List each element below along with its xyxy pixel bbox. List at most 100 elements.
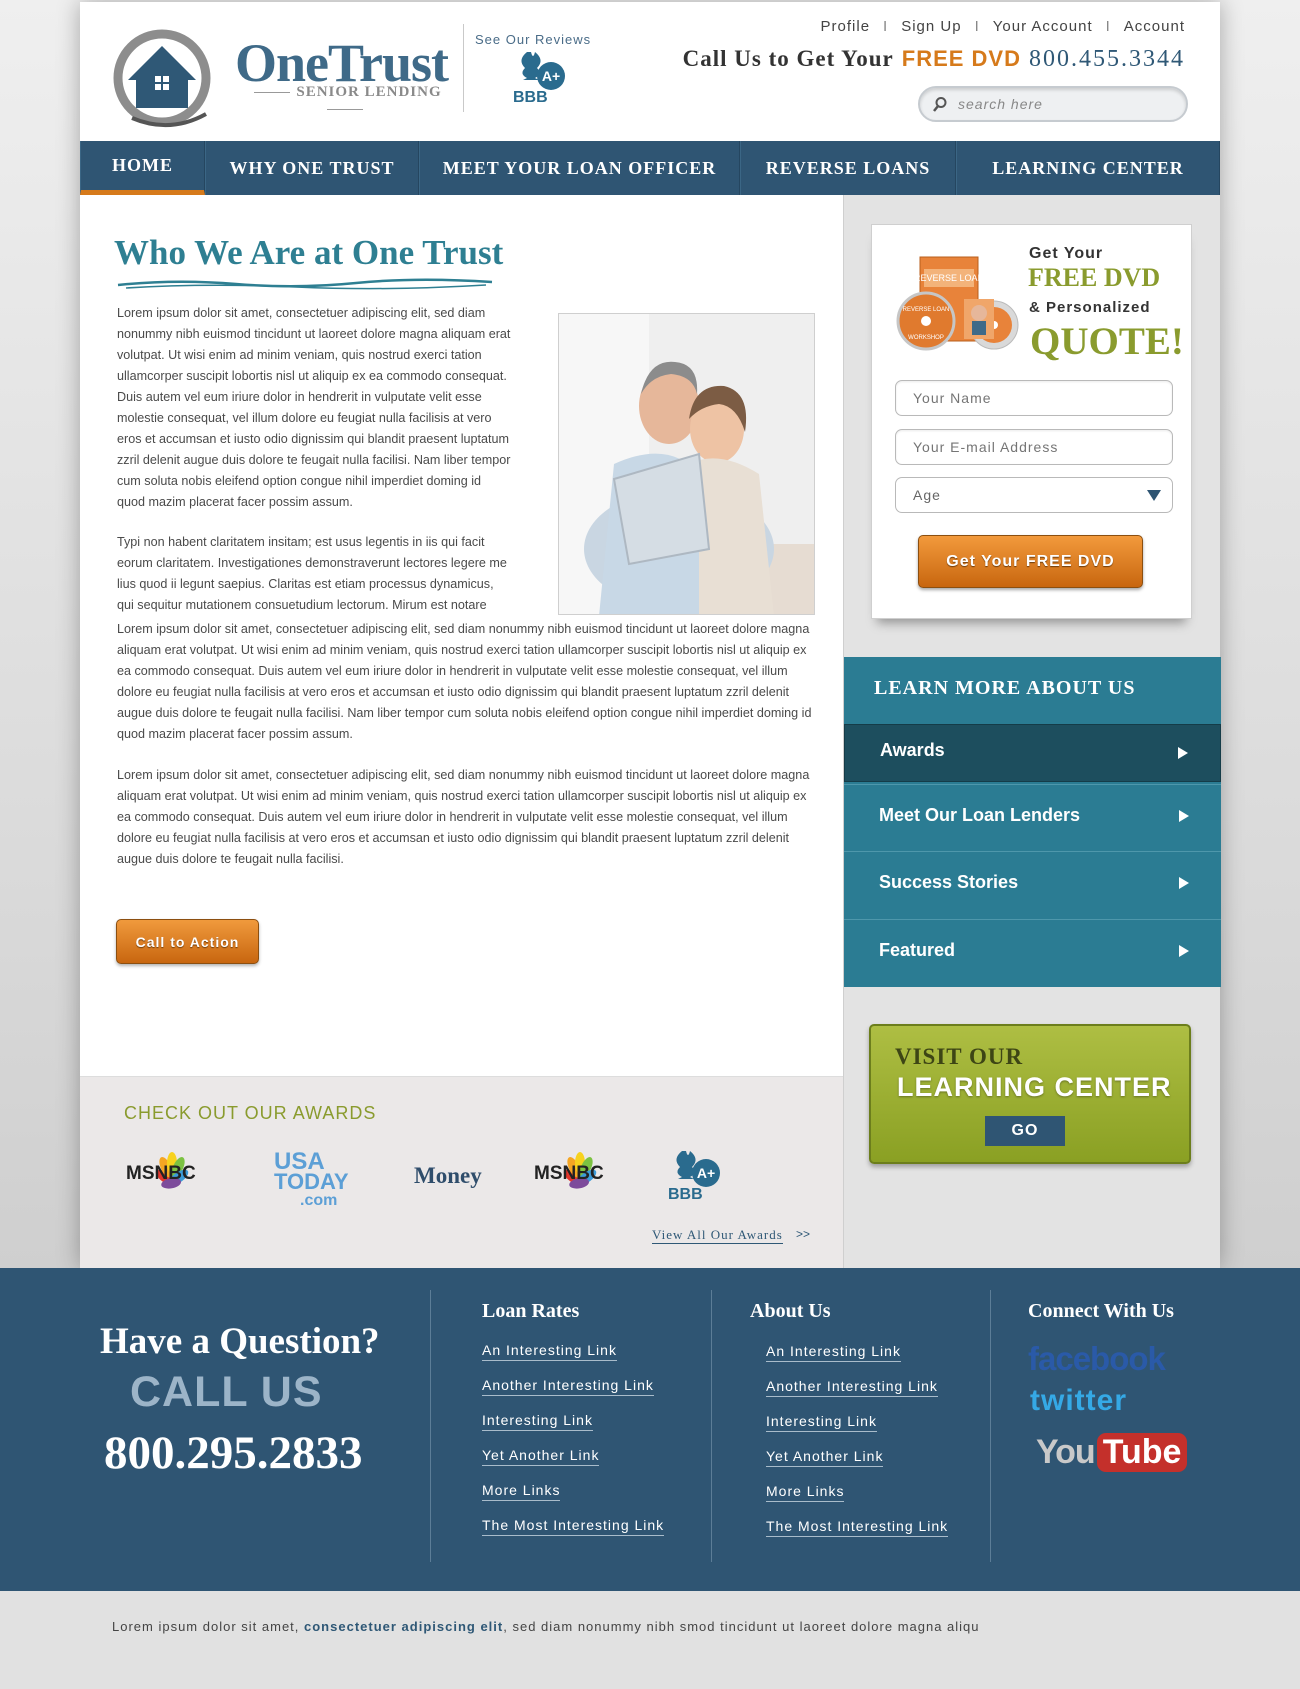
nav-home[interactable]: HOME bbox=[80, 141, 205, 195]
about-us-title: About Us bbox=[750, 1300, 831, 1322]
bbb-grade: A+ bbox=[542, 68, 560, 84]
play-arrow-icon bbox=[1178, 747, 1188, 759]
free-dvd-quote-form: REVERSE LOAN REVERSE LOAN WORKSHOP Get Y… bbox=[871, 224, 1192, 619]
learning-center-promo[interactable]: VISIT OUR LEARNING CENTER GO bbox=[869, 1024, 1191, 1164]
loan-rates-link[interactable]: Interesting Link bbox=[482, 1412, 593, 1431]
disc-label: WORKSHOP bbox=[908, 335, 944, 341]
about-us-link[interactable]: Yet Another Link bbox=[766, 1448, 884, 1467]
email-field[interactable] bbox=[895, 429, 1173, 465]
youtube-icon[interactable]: You Tube bbox=[1036, 1433, 1188, 1481]
loan-rates-link[interactable]: The Most Interesting Link bbox=[482, 1517, 665, 1536]
visit-our-label: VISIT OUR bbox=[895, 1044, 1024, 1069]
third-paragraph: Lorem ipsum dolor sit amet, consectetuer… bbox=[117, 622, 812, 741]
callus-text: Call Us to Get Your bbox=[682, 46, 894, 71]
about-us-link[interactable]: Another Interesting Link bbox=[766, 1378, 938, 1397]
fourth-paragraph: Lorem ipsum dolor sit amet, consectetuer… bbox=[117, 768, 810, 866]
awards-title: CHECK OUT OUR AWARDS bbox=[124, 1103, 377, 1123]
get-your-label: Get Your bbox=[1029, 245, 1104, 262]
search-box bbox=[918, 86, 1188, 122]
nav-learning-center[interactable]: LEARNING CENTER bbox=[956, 141, 1220, 195]
quote-label: QUOTE! bbox=[1030, 320, 1184, 363]
get-free-dvd-button[interactable]: Get Your FREE DVD bbox=[918, 535, 1143, 588]
footer-phone[interactable]: 800.295.2833 bbox=[104, 1426, 363, 1480]
twitter-icon[interactable]: twitter bbox=[1030, 1384, 1127, 1418]
second-paragraph: Typi non habent claritatem insitam; est … bbox=[117, 535, 507, 612]
go-button[interactable]: GO bbox=[985, 1116, 1065, 1146]
loan-rates-link[interactable]: An Interesting Link bbox=[482, 1342, 617, 1361]
free-dvd-label: FREE DVD bbox=[1028, 263, 1161, 292]
footer-divider bbox=[711, 1290, 712, 1562]
profile-link[interactable]: Profile bbox=[821, 18, 871, 35]
loan-rates-link[interactable]: More Links bbox=[482, 1482, 561, 1501]
view-all-arrows: >> bbox=[796, 1227, 811, 1241]
usa-today-logo-icon[interactable]: USA TODAY .com bbox=[272, 1147, 357, 1209]
msnbc-logo-2-icon[interactable]: MSNBC bbox=[532, 1147, 612, 1209]
money-logo-icon[interactable]: Money bbox=[412, 1147, 492, 1209]
nav-meet-loan-officer[interactable]: MEET YOUR LOAN OFFICER bbox=[419, 141, 740, 195]
link-separator: I bbox=[974, 18, 980, 35]
nav-reverse-loans[interactable]: REVERSE LOANS bbox=[740, 141, 956, 195]
nav-why-one-trust[interactable]: WHY ONE TRUST bbox=[205, 141, 419, 195]
bbb-award-logo-icon[interactable]: A+ BBB bbox=[662, 1147, 732, 1209]
footer-divider bbox=[430, 1290, 431, 1562]
learn-item-label: Success Stories bbox=[879, 872, 1019, 892]
reviews-label[interactable]: See Our Reviews bbox=[475, 32, 591, 47]
msnbc-logo-icon[interactable]: MSNBC bbox=[124, 1147, 204, 1209]
money-text: Money bbox=[414, 1163, 482, 1188]
learn-item-awards[interactable]: Awards bbox=[844, 724, 1221, 782]
age-select[interactable]: Age bbox=[895, 477, 1173, 513]
callus-phone[interactable]: 800.455.3344 bbox=[1029, 46, 1185, 72]
loan-rates-link[interactable]: Yet Another Link bbox=[482, 1447, 600, 1466]
call-us-banner: Call Us to Get Your FREE DVD 800.455.3344 bbox=[683, 46, 1185, 73]
callus-free-dvd: FREE DVD bbox=[901, 46, 1021, 71]
call-us-label: CALL US bbox=[130, 1368, 323, 1416]
loan-rates-link[interactable]: Another Interesting Link bbox=[482, 1377, 654, 1396]
learn-item-meet-loan-lenders[interactable]: Meet Our Loan Lenders bbox=[844, 784, 1221, 847]
account-link[interactable]: Account bbox=[1124, 18, 1185, 35]
dvd-case-text: REVERSE LOAN bbox=[914, 273, 984, 283]
footer-divider bbox=[990, 1290, 991, 1562]
view-all-awards-link[interactable]: View All Our Awards bbox=[652, 1227, 783, 1244]
play-arrow-icon bbox=[1179, 877, 1189, 889]
play-arrow-icon bbox=[1179, 810, 1189, 822]
facebook-icon[interactable]: facebook bbox=[1028, 1340, 1166, 1378]
call-to-action-button[interactable]: Call to Action bbox=[116, 919, 259, 964]
footer: Have a Question? CALL US 800.295.2833 Lo… bbox=[0, 1268, 1300, 1591]
bottom-bar: Lorem ipsum dolor sit amet, consectetuer… bbox=[0, 1591, 1300, 1689]
your-account-link[interactable]: Your Account bbox=[993, 18, 1093, 35]
about-us-link[interactable]: The Most Interesting Link bbox=[766, 1518, 949, 1537]
bottom-text: Lorem ipsum dolor sit amet, consectetuer… bbox=[112, 1619, 980, 1634]
logo-tagline: SENIOR LENDING bbox=[235, 84, 455, 118]
name-field[interactable] bbox=[895, 380, 1173, 416]
learn-more-menu: LEARN MORE ABOUT US Awards Meet Our Loan… bbox=[844, 657, 1221, 987]
loan-rates-title: Loan Rates bbox=[482, 1300, 580, 1322]
dvd-package-icon: REVERSE LOAN REVERSE LOAN WORKSHOP bbox=[896, 256, 1019, 351]
intro-paragraph: Lorem ipsum dolor sit amet, consectetuer… bbox=[117, 306, 511, 509]
about-us-link[interactable]: An Interesting Link bbox=[766, 1343, 901, 1362]
learn-item-success-stories[interactable]: Success Stories bbox=[844, 851, 1221, 914]
main-nav: HOME WHY ONE TRUST MEET YOUR LOAN OFFICE… bbox=[80, 141, 1220, 195]
connect-title: Connect With Us bbox=[1028, 1300, 1174, 1322]
bbb-award-text: BBB bbox=[668, 1186, 703, 1203]
search-icon[interactable] bbox=[932, 96, 948, 112]
learn-item-featured[interactable]: Featured bbox=[844, 919, 1221, 982]
header-divider bbox=[463, 24, 464, 112]
dotcom-text: .com bbox=[300, 1192, 337, 1209]
age-select-value: Age bbox=[913, 487, 941, 503]
page-title: Who We Are at One Trust bbox=[114, 233, 504, 272]
awards-section: CHECK OUT OUR AWARDS MSNBC USA TODAY .co… bbox=[80, 1076, 843, 1268]
sign-up-link[interactable]: Sign Up bbox=[901, 18, 961, 35]
bbb-logo-icon[interactable]: A+ BBB bbox=[505, 48, 575, 108]
youtube-tube-text: Tube bbox=[1096, 1433, 1188, 1472]
bottom-text-end: , sed diam nonummy nibh smod tincidunt u… bbox=[503, 1619, 980, 1634]
about-us-link[interactable]: Interesting Link bbox=[766, 1413, 877, 1432]
search-input[interactable] bbox=[958, 94, 1178, 114]
about-us-link[interactable]: More Links bbox=[766, 1483, 845, 1502]
personalized-label: & Personalized bbox=[1029, 299, 1151, 316]
bottom-text-highlight[interactable]: consectetuer adipiscing elit bbox=[304, 1619, 503, 1634]
learn-item-label: Awards bbox=[880, 740, 945, 760]
onetrust-logo[interactable]: OneTrust SENIOR LENDING bbox=[110, 22, 449, 132]
bbb-award-grade: A+ bbox=[697, 1165, 715, 1181]
have-question-heading: Have a Question? bbox=[100, 1321, 380, 1362]
caret-down-icon bbox=[1147, 490, 1161, 501]
